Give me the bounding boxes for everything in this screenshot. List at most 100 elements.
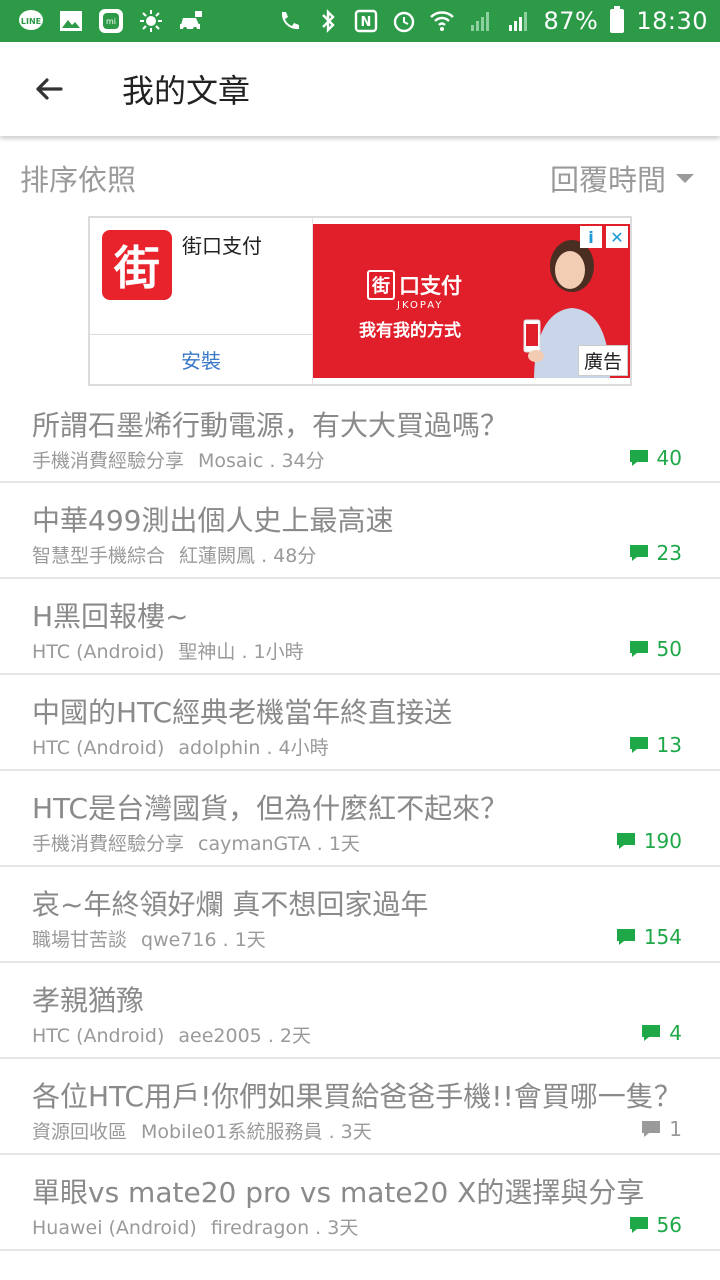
reply-count: 190 xyxy=(616,829,682,853)
post-list-item[interactable]: 各位HTC用戶!你們如果買給爸爸手機!!會買哪一隻？ 資源回收區 Mobile01系… xyxy=(0,1059,720,1155)
post-forum: HTC (Android) xyxy=(32,737,165,759)
ad-brand-sub: JKOPAY xyxy=(397,300,444,311)
post-forum: Huawei (Android) xyxy=(32,1217,197,1239)
comment-bubble-icon xyxy=(642,1025,661,1041)
comment-bubble-icon xyxy=(616,833,635,849)
post-author: aee2005 xyxy=(178,1025,262,1047)
battery-icon xyxy=(610,6,625,33)
svg-text:LINE: LINE xyxy=(21,17,41,26)
post-meta: Huawei (Android) firedragon . 3天 xyxy=(32,1213,358,1240)
post-meta: 手機消費經驗分享 caymanGTA . 1天 xyxy=(32,829,360,856)
ad-install-button[interactable]: 安裝 xyxy=(90,335,312,384)
post-author: Mobile01系統服務員 xyxy=(141,1121,323,1143)
post-author: 紅蓮闕鳳 xyxy=(179,545,256,567)
post-time: . 48分 xyxy=(261,545,317,567)
comment-bubble-icon xyxy=(629,545,648,561)
ad-app-logo: 街 xyxy=(102,230,172,300)
post-meta: HTC (Android) 聖神山 . 1小時 xyxy=(32,637,304,664)
reply-count: 154 xyxy=(616,925,682,949)
reply-count-value: 1 xyxy=(669,1117,682,1141)
post-title: 單眼vs mate20 pro vs mate20 X的選擇與分享 xyxy=(32,1176,645,1209)
wifi-icon xyxy=(429,8,455,34)
nfc-icon: N xyxy=(353,8,379,34)
post-time: . 4小時 xyxy=(266,737,329,759)
post-forum: HTC (Android) xyxy=(32,1025,165,1047)
sort-row: 排序依照 回覆時間 xyxy=(0,140,720,216)
clock: 18:30 xyxy=(636,7,708,35)
comment-bubble-icon xyxy=(616,929,635,945)
alarm-icon xyxy=(391,8,417,34)
ad-info-icon[interactable]: i xyxy=(580,226,602,248)
comment-bubble-icon xyxy=(629,1217,648,1233)
reply-count: 23 xyxy=(629,541,682,565)
ad-choices: i ✕ xyxy=(580,226,628,248)
back-button[interactable] xyxy=(24,64,74,114)
post-list-item[interactable]: 單眼vs mate20 pro vs mate20 X的選擇與分享 Huawei … xyxy=(0,1155,720,1251)
svg-text:N: N xyxy=(361,15,372,30)
post-list-item[interactable]: 孝親猶豫 HTC (Android) aee2005 . 2天 4 xyxy=(0,963,720,1059)
signal-icon xyxy=(505,8,531,34)
post-time: . 1小時 xyxy=(241,641,304,663)
post-list-item[interactable]: H黑回報樓~ HTC (Android) 聖神山 . 1小時 50 xyxy=(0,579,720,675)
post-time: . 1天 xyxy=(222,929,266,951)
svg-text:mi: mi xyxy=(106,17,116,26)
comment-bubble-icon xyxy=(629,450,648,466)
post-title: 所謂石墨烯行動電源，有大大買過嗎？ xyxy=(32,409,509,442)
reply-count-value: 50 xyxy=(656,637,682,661)
ad-banner[interactable]: 街 街口支付 安裝 街 口支付 JKOPAY 我有我的方式 i ✕ 廣告 xyxy=(88,216,632,386)
comment-bubble-icon xyxy=(642,1121,661,1137)
car-icon xyxy=(178,8,204,34)
post-time: . 1天 xyxy=(316,833,360,855)
ad-close-icon[interactable]: ✕ xyxy=(606,226,628,248)
post-author: caymanGTA xyxy=(198,833,311,855)
post-list-item[interactable]: 中華499測出個人史上最高速 智慧型手機綜合 紅蓮闕鳳 . 48分 23 xyxy=(0,483,720,579)
sort-dropdown[interactable]: 回覆時間 xyxy=(550,157,694,199)
post-title: HTC是台灣國貨，但為什麼紅不起來？ xyxy=(32,792,509,825)
post-meta: 職場甘苦談 qwe716 . 1天 xyxy=(32,925,266,952)
sort-label: 排序依照 xyxy=(20,163,137,197)
post-forum: 資源回收區 xyxy=(32,1121,128,1143)
ad-app-name: 街口支付 xyxy=(182,234,262,258)
post-forum: 手機消費經驗分享 xyxy=(32,833,185,855)
reply-count-value: 23 xyxy=(656,541,682,565)
post-author: qwe716 xyxy=(141,929,217,951)
post-title: 哀~年終領好爛 真不想回家過年 xyxy=(32,888,429,921)
post-author: adolphin xyxy=(178,737,261,759)
post-list-item[interactable]: 中國的HTC經典老機當年終直接送 HTC (Android) adolphin . … xyxy=(0,675,720,771)
post-list-item[interactable]: 哀~年終領好爛 真不想回家過年職場甘苦談 qwe716 . 1天 154 xyxy=(0,867,720,963)
reply-count: 1 xyxy=(641,1117,682,1141)
reply-count: 4 xyxy=(641,1021,682,1045)
post-time: . 34分 xyxy=(269,450,325,472)
post-forum: 職場甘苦談 xyxy=(32,929,128,951)
comment-bubble-icon xyxy=(629,737,648,753)
gallery-icon xyxy=(58,8,84,34)
ad-slogan: 我有我的方式 xyxy=(359,321,461,341)
post-list-item[interactable]: HTC是台灣國貨，但為什麼紅不起來？ 手機消費經驗分享 caymanGTA . 1天… xyxy=(0,771,720,867)
post-forum: 手機消費經驗分享 xyxy=(32,450,185,472)
ad-badge: 廣告 xyxy=(577,345,628,376)
reply-count-value: 13 xyxy=(656,733,682,757)
post-list-item[interactable]: 所謂石墨烯行動電源，有大大買過嗎？ 手機消費經驗分享 Mosaic . 34分 40 xyxy=(0,388,720,483)
comment-bubble-icon xyxy=(629,641,648,657)
status-bar: LINE mi N 87% 18:30 xyxy=(0,0,720,42)
reply-count-value: 56 xyxy=(656,1213,682,1237)
post-title: 孝親猶豫 xyxy=(32,984,145,1017)
battery-percent: 87% xyxy=(543,7,599,35)
sort-selected-value: 回覆時間 xyxy=(549,163,666,197)
post-list: 所謂石墨烯行動電源，有大大買過嗎？ 手機消費經驗分享 Mosaic . 34分 40 中… xyxy=(0,388,720,1251)
call-wifi-icon xyxy=(277,8,303,34)
ad-brand: 街 口支付 xyxy=(367,270,462,300)
app-bar: 我的文章 xyxy=(0,42,720,136)
post-meta: 手機消費經驗分享 Mosaic . 34分 xyxy=(32,446,325,473)
post-title: H黑回報樓~ xyxy=(32,600,189,633)
reply-count: 40 xyxy=(629,446,682,470)
post-title: 中國的HTC經典老機當年終直接送 xyxy=(32,696,453,729)
post-title: 各位HTC用戶!你們如果買給爸爸手機!!會買哪一隻？ xyxy=(32,1080,682,1113)
reply-count-value: 4 xyxy=(669,1021,682,1045)
post-meta: 智慧型手機綜合 紅蓮闕鳳 . 48分 xyxy=(32,541,316,568)
post-author: firedragon xyxy=(210,1217,310,1239)
ad-brand-text: 口支付 xyxy=(399,274,462,298)
reply-count: 13 xyxy=(629,733,682,757)
ad-image[interactable]: 街 口支付 JKOPAY 我有我的方式 i ✕ 廣告 xyxy=(313,224,630,378)
post-author: Mosaic xyxy=(198,450,264,472)
